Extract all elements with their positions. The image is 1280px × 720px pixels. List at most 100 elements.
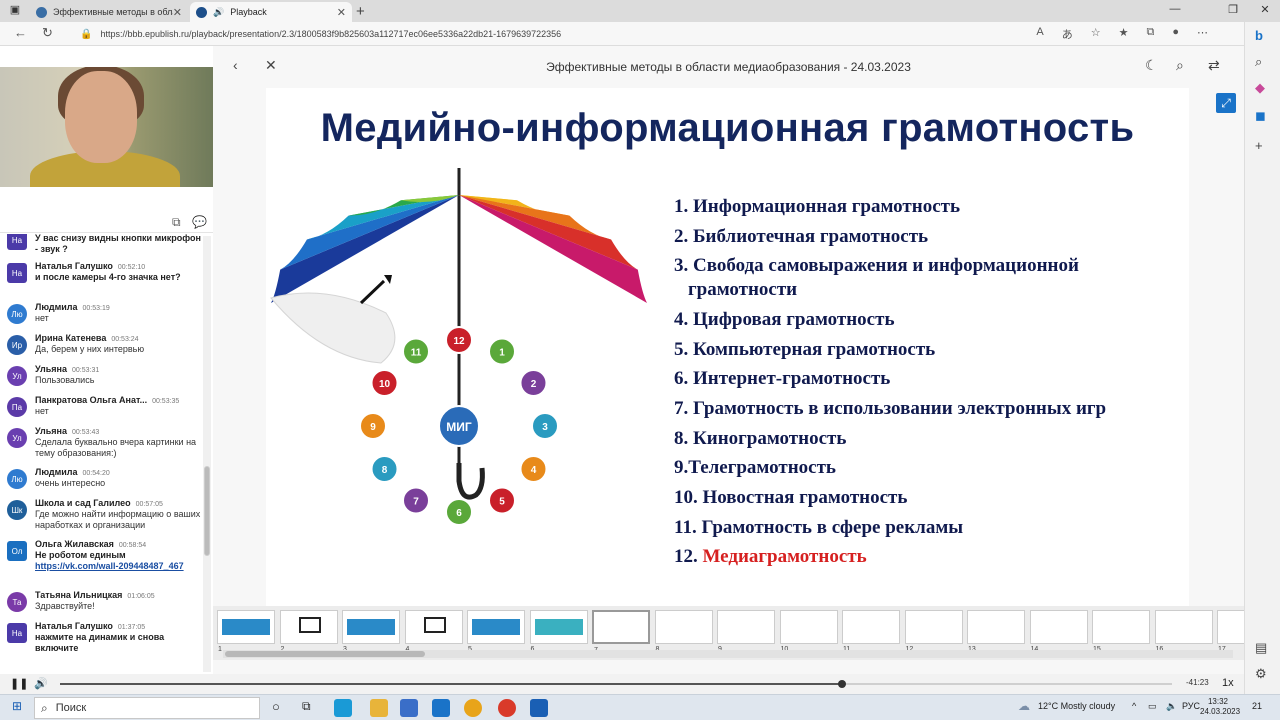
search-icon[interactable]: ⌕: [1176, 57, 1184, 74]
clock-date: 24.03.2023: [1200, 707, 1241, 716]
chrome-app-icon[interactable]: [498, 699, 516, 717]
restore-icon[interactable]: ❐: [1218, 3, 1248, 16]
close-tab-icon[interactable]: ✕: [337, 6, 346, 19]
network-icon[interactable]: ▭: [1148, 701, 1157, 712]
avatar: Та: [7, 592, 27, 612]
tab-actions-icon[interactable]: ▣: [0, 3, 30, 16]
browser-toolbar: ← ↻ 🔒 https://bbb.epublish.ru/playback/p…: [0, 22, 1244, 46]
slide-thumbnail[interactable]: 6: [529, 610, 588, 653]
collections-icon[interactable]: ⧉: [1146, 26, 1154, 42]
thumbnail-scrollbar[interactable]: [223, 650, 1233, 658]
thumbnail-preview: [598, 620, 646, 636]
sidebar-layout-icon[interactable]: ▤: [1255, 640, 1267, 656]
slide-thumbnail[interactable]: 11: [842, 610, 900, 653]
new-tab-icon[interactable]: +: [356, 3, 365, 20]
favorite-icon[interactable]: ☆: [1091, 26, 1101, 42]
chat-scrollbar[interactable]: [203, 236, 211, 672]
copy-icon[interactable]: ⧉: [172, 215, 181, 230]
add-icon[interactable]: +: [1255, 138, 1263, 153]
outlook-app-icon[interactable]: [530, 699, 548, 717]
clock[interactable]: 13:32 24.03.2023: [1200, 697, 1241, 717]
list-item-text: 1. Информационная грамотность: [674, 196, 961, 217]
avatar: Ул: [7, 428, 27, 448]
tab-course[interactable]: Эффективные методы в област ✕: [30, 2, 188, 22]
weather-text[interactable]: 12°C Mostly cloudy: [1038, 701, 1115, 711]
taskbar-search[interactable]: ⌕ Поиск: [34, 697, 260, 719]
slide-thumbnail[interactable]: 13: [967, 610, 1025, 653]
chat-icon[interactable]: 💬: [192, 215, 207, 229]
translate-icon[interactable]: あ: [1062, 26, 1073, 42]
notifications-badge[interactable]: 21: [1252, 701, 1262, 711]
outlook-icon[interactable]: ◼: [1255, 108, 1266, 124]
slide-thumbnail[interactable]: 12: [904, 610, 963, 653]
minimize-icon[interactable]: —: [1160, 3, 1190, 15]
windows-start-icon[interactable]: ⊞: [12, 699, 22, 713]
umbrella-illustration: 121234567891011 МИГ: [270, 168, 647, 526]
speed-button[interactable]: 1x: [1222, 677, 1234, 689]
address-bar[interactable]: 🔒 https://bbb.epublish.ru/playback/prese…: [80, 24, 980, 44]
cortana-icon[interactable]: ○: [272, 699, 280, 714]
read-aloud-icon[interactable]: A: [1036, 26, 1043, 42]
slide-thumbnail[interactable]: 2: [279, 610, 338, 653]
video-face: [65, 71, 137, 163]
language-indicator[interactable]: РУС: [1182, 701, 1200, 711]
close-tab-icon[interactable]: ✕: [173, 6, 182, 19]
slide-thumbnail[interactable]: 7: [592, 610, 650, 654]
back-icon[interactable]: ←: [14, 25, 27, 40]
webcam-video[interactable]: [0, 67, 213, 187]
message-time: 00:53:19: [82, 305, 110, 312]
list-item-text: 11. Грамотность в сфере рекламы: [674, 517, 964, 538]
fullscreen-button[interactable]: ⤢: [1216, 93, 1236, 113]
slide-thumbnail[interactable]: 9: [717, 610, 775, 653]
sender-name: Панкратова Ольга Анат... 00:53:35: [35, 395, 179, 405]
list-item: грамотности: [688, 279, 797, 301]
shopping-icon[interactable]: ◆: [1255, 80, 1265, 96]
slide-thumbnail[interactable]: 15: [1092, 610, 1150, 653]
list-item-text: 12.: [674, 546, 703, 567]
slide-thumbnail[interactable]: 17: [1217, 610, 1244, 653]
slide-thumbnail[interactable]: 16: [1154, 610, 1213, 653]
slide: Медийно-информационная грамотность 12 1 2 3…: [266, 88, 1189, 606]
settings-icon[interactable]: ⚙: [1255, 666, 1267, 682]
thumbnail-scroll-thumb[interactable]: [225, 651, 425, 657]
message-time: 00:54:20: [82, 470, 110, 477]
store-app-icon[interactable]: [400, 699, 418, 717]
edge-app-icon[interactable]: [334, 699, 352, 717]
message-link[interactable]: https://vk.com/wall-209448487_467: [35, 561, 184, 571]
search-icon[interactable]: ⌕: [1255, 54, 1262, 70]
volume-icon[interactable]: 🔊: [34, 677, 48, 690]
slide-thumbnail[interactable]: 4: [404, 610, 463, 653]
thumbnail-number: 1: [218, 646, 222, 653]
playback-slider[interactable]: [60, 680, 1172, 688]
reload-icon[interactable]: ↻: [42, 25, 53, 41]
slide-thumbnail[interactable]: 5: [467, 610, 525, 653]
tray-chevron-icon[interactable]: ^: [1132, 701, 1136, 711]
message-time: 01:37:05: [117, 624, 146, 631]
slide-thumbnail[interactable]: 8: [654, 610, 713, 653]
list-item: 12. Медиаграмотность: [674, 546, 867, 568]
mail-app-icon[interactable]: [432, 699, 450, 717]
profile-icon[interactable]: ●: [1172, 26, 1179, 42]
task-view-icon[interactable]: ⧉: [302, 699, 311, 714]
1c-app-icon[interactable]: [464, 699, 482, 717]
slide-thumbnail[interactable]: 1: [217, 610, 275, 653]
slide-thumbnail[interactable]: 10: [779, 610, 838, 653]
slide-thumbnail[interactable]: 14: [1029, 610, 1088, 653]
sender-name: Ольга Жилавская 00:58:54: [35, 539, 146, 549]
swap-icon[interactable]: ⇄: [1208, 57, 1220, 74]
message-body: Не роботом единым: [35, 550, 126, 560]
tab-playback[interactable]: 🔊 Playback ✕: [190, 2, 352, 22]
scrollbar-thumb[interactable]: [204, 466, 210, 556]
message-body: нет: [35, 406, 49, 416]
explorer-app-icon[interactable]: [370, 699, 388, 717]
moon-icon[interactable]: ☾: [1145, 57, 1158, 74]
playback-knob[interactable]: [837, 680, 846, 688]
pause-icon[interactable]: ❚❚: [10, 677, 28, 690]
slide-thumbnail[interactable]: 3: [342, 610, 400, 653]
bing-icon[interactable]: b: [1255, 28, 1263, 43]
sound-icon[interactable]: 🔈: [1166, 701, 1177, 712]
favorites-icon[interactable]: ★: [1119, 26, 1129, 42]
close-window-icon[interactable]: ✕: [1250, 3, 1280, 16]
sender-name: Ульяна 00:53:43: [35, 426, 99, 436]
more-icon[interactable]: ⋯: [1197, 26, 1208, 42]
